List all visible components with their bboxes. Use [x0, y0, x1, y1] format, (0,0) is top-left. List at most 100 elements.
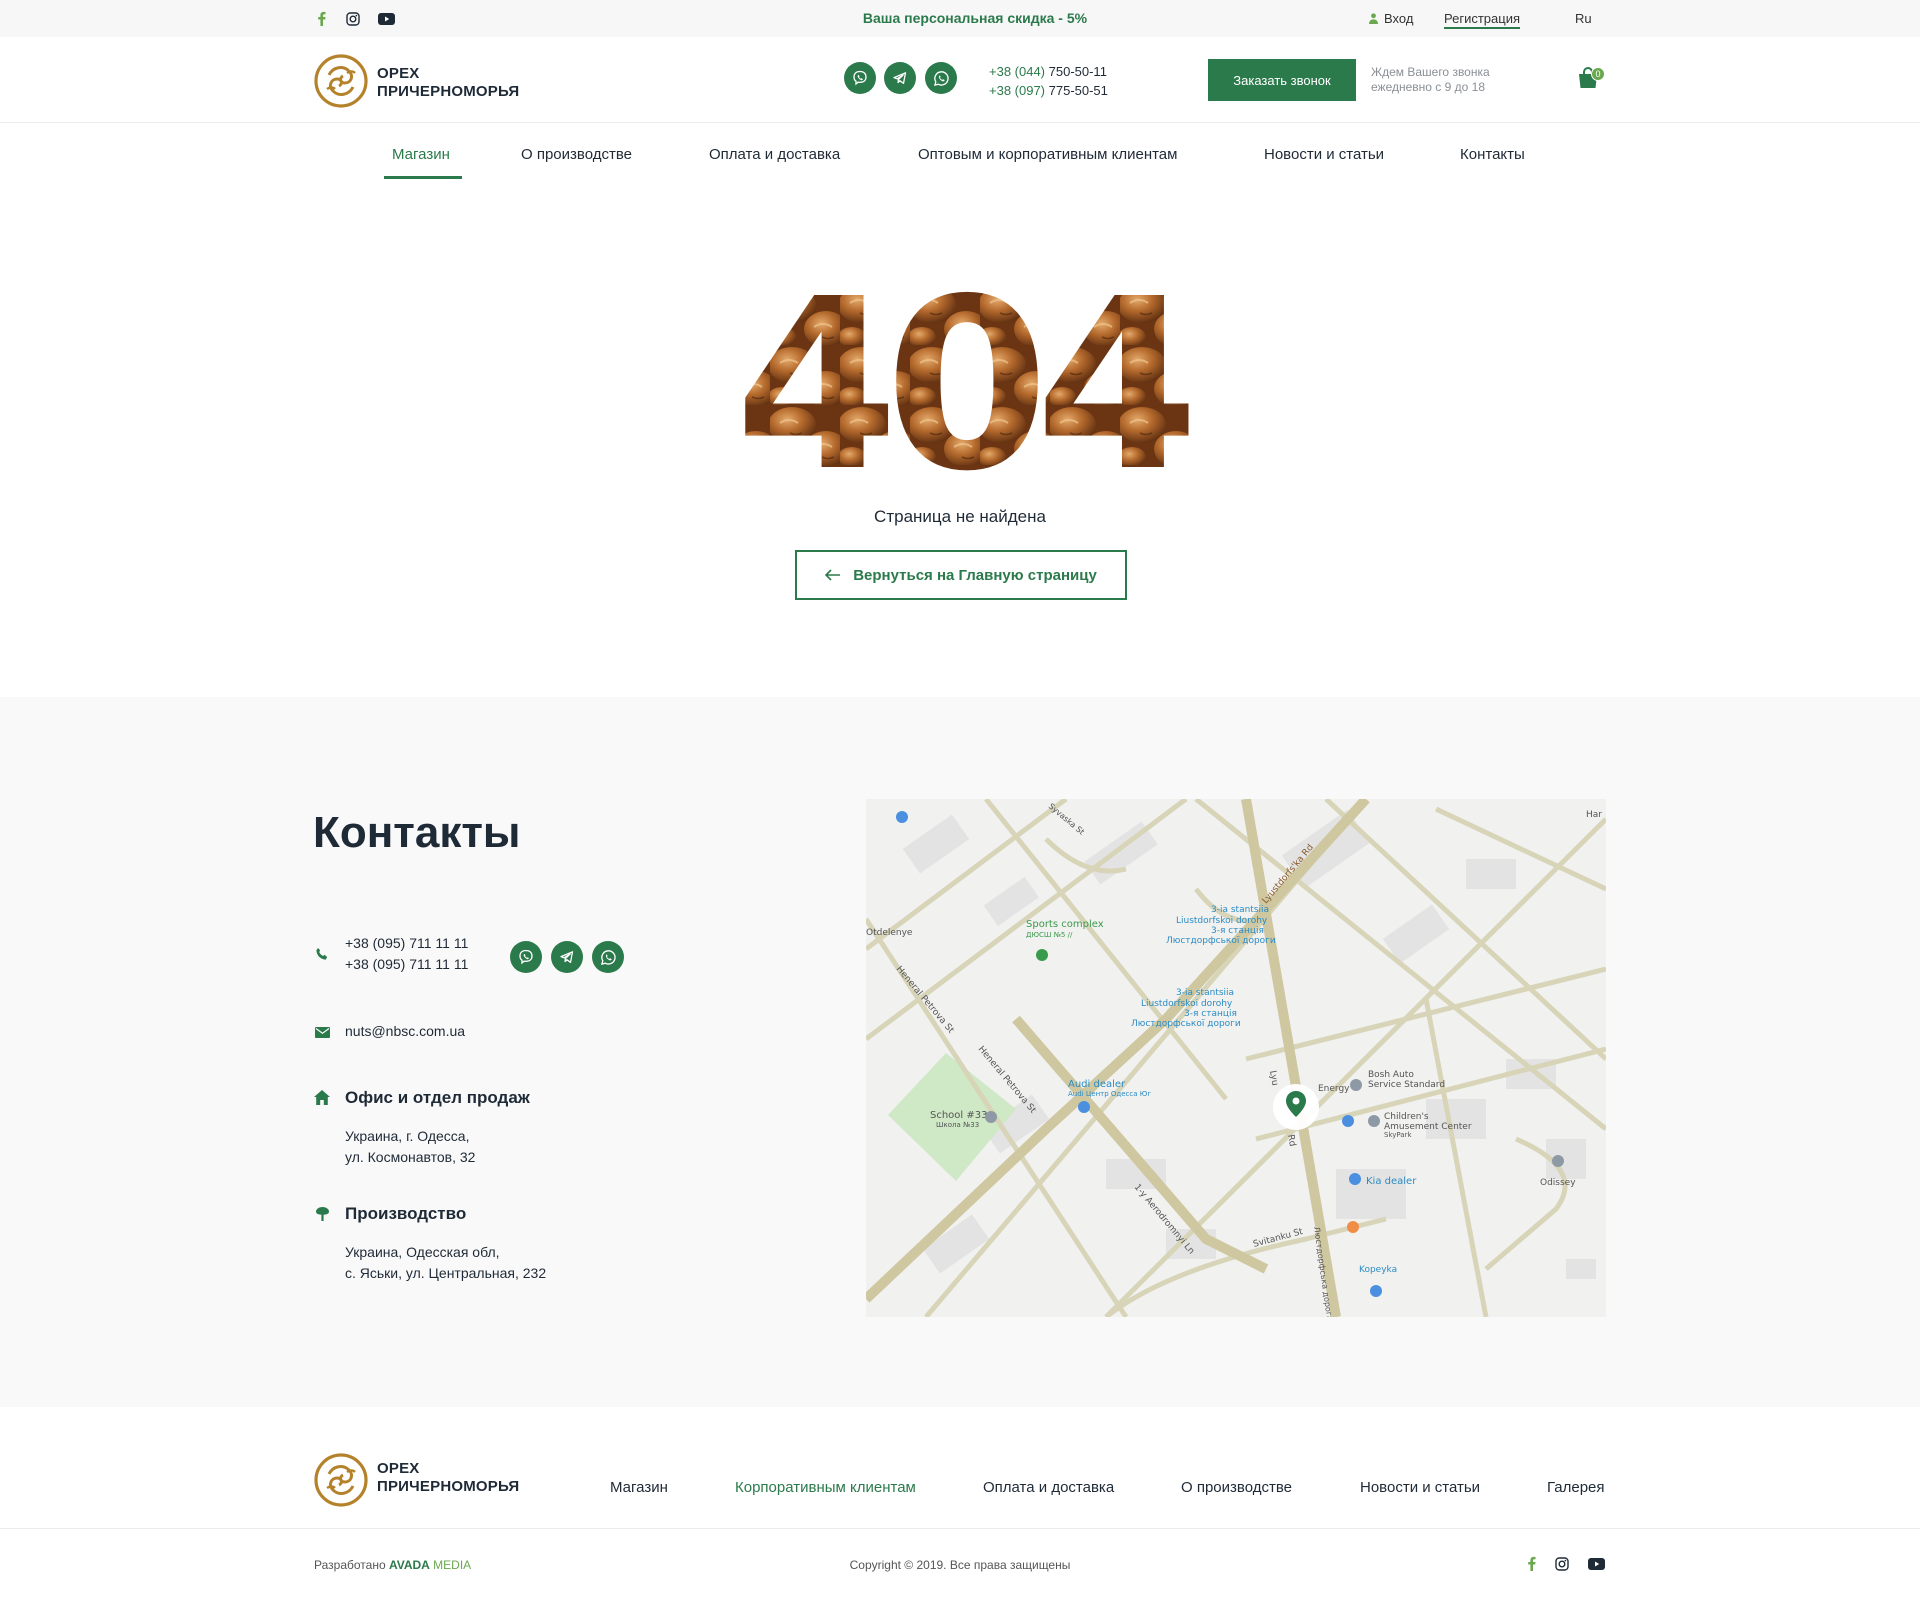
phone2-code: +38 (097)	[989, 83, 1046, 98]
whatsapp-icon[interactable]	[925, 62, 957, 94]
map-label-otdelenye: Otdelenye	[866, 928, 913, 938]
footer-nav-payment[interactable]: Оплата и доставка	[983, 1479, 1114, 1496]
footer-divider	[0, 1528, 1920, 1529]
header	[0, 37, 1920, 123]
facebook-icon[interactable]	[313, 10, 330, 27]
nav-wholesale[interactable]: Оптовым и корпоративным клиентам	[918, 146, 1177, 163]
logo-line2: ПРИЧЕРНОМОРЬЯ	[377, 83, 520, 100]
language-switcher[interactable]: Ru	[1575, 11, 1592, 26]
location-map[interactable]: Sports complex ДЮСШ №5 // 3-ia stantsiia…	[866, 799, 1606, 1317]
nav-shop[interactable]: Магазин	[392, 146, 450, 163]
copyright: Copyright © 2019. Все права защищены	[849, 1558, 1071, 1572]
youtube-icon[interactable]	[378, 10, 395, 27]
map-label-har: Har	[1586, 810, 1602, 820]
back-home-button[interactable]: Вернуться на Главную страницу	[795, 550, 1127, 600]
register-link[interactable]: Регистрация	[1444, 11, 1520, 29]
login-label: Вход	[1384, 11, 1414, 26]
footer-nav-shop[interactable]: Магазин	[610, 1479, 668, 1496]
map-label-childrens: Children's	[1384, 1112, 1429, 1122]
map-label-station2b: Liustdorfskoi dorohy	[1141, 999, 1233, 1009]
footer-nav-gallery[interactable]: Галерея	[1547, 1479, 1605, 1496]
youtube-icon[interactable]	[1588, 1555, 1605, 1572]
map-label-kia: Kia dealer	[1366, 1176, 1417, 1187]
phone1-number: 750-50-11	[1045, 64, 1107, 79]
map-label-sports: Sports complex	[1026, 919, 1104, 930]
footer-nav-production[interactable]: О производстве	[1181, 1479, 1292, 1496]
map-label-school-sub: Школа №33	[936, 1121, 979, 1129]
production-address-line2: с. Яськи, ул. Центральная, 232	[345, 1265, 547, 1281]
contact-phone-2[interactable]: +38 (095) 711 11 11	[345, 954, 468, 975]
map-label-energy: Energy	[1318, 1084, 1350, 1094]
logo-line1: ОРЕХ	[377, 65, 420, 82]
phone-icon	[313, 945, 331, 963]
cart-count-badge: 0	[1591, 67, 1605, 81]
map-label-kopeyka: Kopeyka	[1359, 1265, 1397, 1275]
map-label-station1b: Liustdorfskoi dorohy	[1176, 916, 1268, 926]
header-phone-1[interactable]: +38 (044) 750-50-11	[989, 62, 1108, 81]
contacts-title: Контакты	[313, 808, 521, 857]
map-label-station2d: Люстдорфської дороги	[1131, 1019, 1241, 1029]
map-canvas[interactable]: Sports complex ДЮСШ №5 // 3-ia stantsiia…	[866, 799, 1606, 1317]
map-label-audi-sub: Audi Центр Одесса Юг	[1068, 1090, 1151, 1098]
instagram-icon[interactable]	[344, 10, 361, 27]
instagram-icon[interactable]	[1553, 1555, 1570, 1572]
contact-phones: +38 (095) 711 11 11 +38 (095) 711 11 11	[345, 933, 468, 975]
map-label-sports-sub: ДЮСШ №5 //	[1026, 931, 1073, 939]
footer-nav-news[interactable]: Новости и статьи	[1360, 1479, 1480, 1496]
contact-phone-1[interactable]: +38 (095) 711 11 11	[345, 933, 468, 954]
phone2-number: 775-50-51	[1045, 83, 1108, 98]
map-label-station1c: 3-я станція	[1211, 926, 1264, 936]
viber-icon[interactable]	[844, 62, 876, 94]
facebook-icon[interactable]	[1523, 1555, 1540, 1572]
map-label-bosh: Bosh Auto	[1368, 1070, 1414, 1080]
whatsapp-icon[interactable]	[592, 941, 624, 973]
error-code-text: 404	[735, 285, 1189, 475]
discount-promo: Ваша персональная скидка - 5%	[862, 10, 1088, 26]
viber-icon[interactable]	[510, 941, 542, 973]
home-icon	[313, 1088, 331, 1106]
footer-logo-line1: ОРЕХ	[377, 1460, 420, 1477]
nav-contacts[interactable]: Контакты	[1460, 146, 1525, 163]
production-address: Украина, Одесская обл, с. Яськи, ул. Цен…	[345, 1242, 546, 1284]
nav-production[interactable]: О производстве	[521, 146, 632, 163]
map-label-station1: 3-ia stantsiia	[1211, 905, 1269, 915]
user-icon	[1369, 13, 1378, 24]
production-title: Производство	[345, 1204, 467, 1223]
not-found-message: Страница не найдена	[874, 507, 1046, 526]
mail-icon	[313, 1023, 331, 1041]
nav-news[interactable]: Новости и статьи	[1264, 146, 1384, 163]
credits-media-link[interactable]: MEDIA	[430, 1558, 471, 1572]
call-note-line1: Ждем Вашего звонка	[1371, 65, 1490, 79]
telegram-icon[interactable]	[551, 941, 583, 973]
telegram-icon[interactable]	[884, 62, 916, 94]
developer-credits: Разработано AVADA MEDIA	[314, 1558, 471, 1572]
map-label-odissey: Odissey	[1540, 1178, 1576, 1188]
footer-logo-line2: ПРИЧЕРНОМОРЬЯ	[377, 1478, 520, 1495]
nav-payment-delivery[interactable]: Оплата и доставка	[709, 146, 840, 163]
logo-icon[interactable]	[313, 53, 369, 109]
map-label-station2c: 3-я станція	[1184, 1009, 1237, 1019]
office-address-line1: Украина, г. Одесса,	[345, 1128, 470, 1144]
credits-avada-link[interactable]: AVADA	[389, 1558, 430, 1572]
map-label-audi: Audi dealer	[1068, 1079, 1126, 1090]
call-note: Ждем Вашего звонка ежедневно с 9 до 18	[1371, 65, 1490, 95]
arrow-left-icon	[825, 569, 841, 581]
office-address: Украина, г. Одесса, ул. Космонавтов, 32	[345, 1126, 475, 1168]
map-label-skypark: SkyPark	[1384, 1131, 1412, 1139]
login-link[interactable]: Вход	[1369, 11, 1413, 26]
production-address-line1: Украина, Одесская обл,	[345, 1244, 500, 1260]
order-call-button[interactable]: Заказать звонок	[1208, 59, 1356, 101]
phone1-code: +38 (044)	[989, 64, 1046, 79]
location-pin-icon[interactable]	[1273, 1084, 1319, 1130]
footer-logo-text[interactable]: ОРЕХ ПРИЧЕРНОМОРЬЯ	[377, 1460, 519, 1496]
office-title: Офис и отдел продаж	[345, 1088, 530, 1107]
map-label-station2: 3-ia stantsiia	[1176, 988, 1234, 998]
header-phone-2[interactable]: +38 (097) 775-50-51	[989, 81, 1108, 100]
footer-logo-icon[interactable]	[313, 1452, 369, 1508]
error-code-404: 404	[735, 285, 1203, 475]
footer-nav-corporate[interactable]: Корпоративным клиентам	[735, 1479, 916, 1496]
contact-email[interactable]: nuts@nbsc.com.ua	[345, 1021, 465, 1042]
nav-active-indicator	[384, 176, 462, 179]
logo-text[interactable]: ОРЕХ ПРИЧЕРНОМОРЬЯ	[377, 65, 519, 101]
header-phones: +38 (044) 750-50-11 +38 (097) 775-50-51	[989, 62, 1108, 100]
